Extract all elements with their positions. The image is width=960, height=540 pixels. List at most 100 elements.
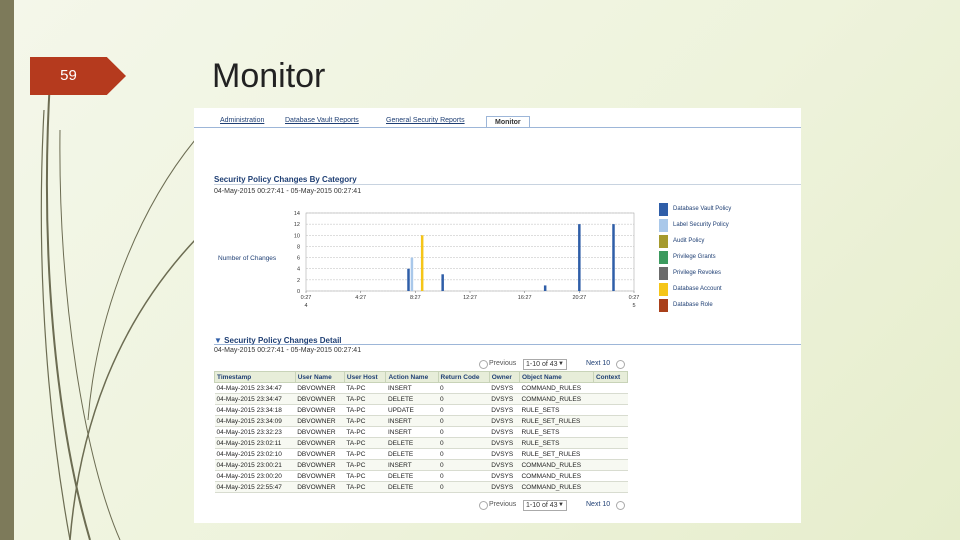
- table-cell: DVSYS: [489, 426, 520, 438]
- table-cell: INSERT: [385, 415, 438, 427]
- table-cell: [593, 382, 628, 394]
- table-cell: COMMAND_RULES: [519, 470, 594, 482]
- x-tick-label: 20:27: [572, 295, 586, 301]
- chart-bar: [543, 285, 547, 291]
- next-icon[interactable]: [616, 501, 625, 510]
- table-cell: DBVOWNER: [295, 382, 345, 394]
- table-cell: RULE_SETS: [519, 404, 594, 416]
- legend-item: Label Security Policy: [659, 219, 789, 233]
- table-row: 04-May-2015 23:34:18 DBVOWNER TA-PC UPDATE 0…: [214, 404, 628, 416]
- chart-bar: [410, 257, 414, 291]
- table-row: 04-May-2015 23:00:20 DBVOWNER TA-PC DELETE 0…: [214, 470, 628, 482]
- column-header[interactable]: User Host: [343, 371, 387, 383]
- table-cell: DBVOWNER: [295, 448, 345, 460]
- y-tick-label: 10: [294, 233, 300, 239]
- table-cell: COMMAND_RULES: [519, 382, 594, 394]
- x-sub-label: 4: [304, 303, 307, 309]
- table-cell: 04-May-2015 23:34:47: [214, 382, 296, 394]
- table-cell: 04-May-2015 23:34:09: [214, 415, 296, 427]
- table-cell: 0: [438, 393, 490, 405]
- chevron-down-icon: ▼: [558, 361, 564, 367]
- chart-bar: [578, 224, 581, 291]
- chart-bar: [420, 235, 424, 291]
- changes-table: Timestamp User Name User Host Action Name Re…: [214, 371, 629, 493]
- column-header[interactable]: Return Code: [437, 371, 490, 383]
- table-cell: DBVOWNER: [295, 437, 345, 449]
- table-cell: 0: [438, 481, 490, 493]
- legend-item: Database Account: [659, 283, 789, 297]
- collapse-triangle-icon[interactable]: ▼: [214, 336, 222, 345]
- table-cell: 0: [438, 470, 490, 482]
- next-link[interactable]: Next 10: [586, 360, 610, 367]
- legend-swatch: [659, 283, 668, 296]
- previous-icon[interactable]: [479, 360, 488, 369]
- detail-section-range: 04-May-2015 00:27:41 - 05-May-2015 00:27…: [214, 347, 362, 354]
- x-tick-label: 0:27: [629, 295, 640, 301]
- table-cell: DVSYS: [489, 393, 520, 405]
- column-header[interactable]: Context: [592, 371, 629, 383]
- table-cell: DBVOWNER: [295, 393, 345, 405]
- table-cell: [593, 426, 628, 438]
- slide-number: 59: [60, 67, 77, 84]
- legend-label: Database Vault Policy: [673, 206, 732, 212]
- previous-icon[interactable]: [479, 501, 488, 510]
- table-cell: [593, 437, 628, 449]
- table-cell: [593, 481, 628, 493]
- table-cell: DVSYS: [489, 437, 520, 449]
- left-accent-bar: [0, 0, 14, 540]
- table-cell: 04-May-2015 23:32:23: [214, 426, 296, 438]
- column-header[interactable]: Owner: [488, 371, 520, 383]
- pager-top: Previous 1-10 of 43 ▼ Next 10: [479, 358, 629, 370]
- chevron-down-icon: ▼: [558, 502, 564, 508]
- pager-bottom: Previous 1-10 of 43 ▼ Next 10: [479, 499, 629, 511]
- table-row: 04-May-2015 23:02:11 DBVOWNER TA-PC DELETE 0…: [214, 437, 628, 449]
- table-row: 04-May-2015 23:34:09 DBVOWNER TA-PC INSERT 0…: [214, 415, 628, 427]
- table-cell: 04-May-2015 23:02:10: [214, 448, 296, 460]
- table-cell: TA-PC: [344, 470, 386, 482]
- legend-swatch: [659, 235, 668, 248]
- legend-label: Label Security Policy: [673, 222, 729, 228]
- table-cell: DVSYS: [489, 404, 520, 416]
- column-header[interactable]: User Name: [294, 371, 345, 383]
- table-row: 04-May-2015 23:32:23 DBVOWNER TA-PC INSERT 0…: [214, 426, 628, 438]
- y-tick-label: 14: [294, 211, 300, 217]
- table-cell: [593, 415, 628, 427]
- detail-section-title[interactable]: ▼ Security Policy Changes Detail: [214, 336, 342, 345]
- table-cell: DVSYS: [489, 448, 520, 460]
- table-cell: 0: [438, 437, 490, 449]
- table-cell: DELETE: [385, 393, 438, 405]
- table-cell: DELETE: [385, 470, 438, 482]
- previous-link[interactable]: Previous: [489, 501, 516, 508]
- table-row: 04-May-2015 23:00:21 DBVOWNER TA-PC INSERT 0…: [214, 459, 628, 471]
- table-cell: DVSYS: [489, 415, 520, 427]
- y-tick-label: 4: [297, 267, 300, 273]
- table-cell: TA-PC: [344, 393, 386, 405]
- column-header[interactable]: Timestamp: [214, 371, 296, 383]
- table-cell: 04-May-2015 23:02:11: [214, 437, 296, 449]
- table-cell: RULE_SETS: [519, 426, 594, 438]
- table-cell: [593, 470, 628, 482]
- table-cell: DELETE: [385, 448, 438, 460]
- detail-section-title-text: Security Policy Changes Detail: [224, 336, 342, 345]
- legend-item: Database Vault Policy: [659, 203, 789, 217]
- next-icon[interactable]: [616, 360, 625, 369]
- table-cell: DBVOWNER: [295, 470, 345, 482]
- page-range-select[interactable]: 1-10 of 43 ▼: [523, 500, 567, 511]
- table-cell: INSERT: [385, 426, 438, 438]
- page-range-select[interactable]: 1-10 of 43 ▼: [523, 359, 567, 370]
- table-cell: [593, 448, 628, 460]
- table-cell: DBVOWNER: [295, 404, 345, 416]
- table-cell: 04-May-2015 23:34:47: [214, 393, 296, 405]
- legend-label: Database Role: [673, 302, 713, 308]
- next-link[interactable]: Next 10: [586, 501, 610, 508]
- legend-swatch: [659, 251, 668, 264]
- table-cell: INSERT: [385, 459, 438, 471]
- page-range-value: 1-10 of 43: [526, 502, 558, 509]
- column-header[interactable]: Action Name: [385, 371, 439, 383]
- legend-label: Audit Policy: [673, 238, 705, 244]
- previous-link[interactable]: Previous: [489, 360, 516, 367]
- legend-label: Database Account: [673, 286, 722, 292]
- x-tick-label: 4:27: [355, 295, 366, 301]
- column-header[interactable]: Object Name: [518, 371, 594, 383]
- table-cell: UPDATE: [385, 404, 438, 416]
